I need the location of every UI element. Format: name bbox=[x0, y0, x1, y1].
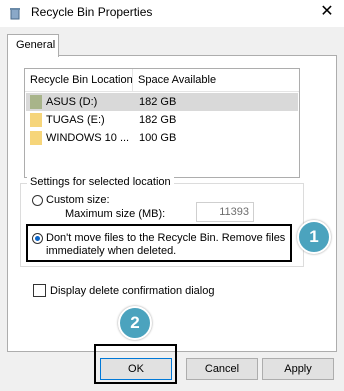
tab-general[interactable]: General bbox=[7, 34, 59, 57]
list-header: Recycle Bin Location Space Available bbox=[25, 69, 299, 92]
dont-move-radio[interactable] bbox=[32, 233, 43, 244]
dont-move-label[interactable]: Don't move files to the Recycle Bin. Rem… bbox=[46, 232, 286, 258]
drive-space: 100 GB bbox=[139, 132, 177, 144]
drive-space: 182 GB bbox=[139, 114, 177, 126]
column-header-location[interactable]: Recycle Bin Location bbox=[30, 74, 133, 86]
tab-general-label: General bbox=[16, 39, 56, 51]
max-size-input[interactable]: 11393 bbox=[196, 202, 254, 222]
drive-name: ASUS (D:) bbox=[46, 96, 98, 108]
custom-size-label[interactable]: Custom size: bbox=[46, 194, 110, 206]
confirm-dialog-checkbox[interactable] bbox=[33, 284, 46, 297]
list-item[interactable]: ASUS (D:) 182 GB bbox=[26, 93, 298, 111]
custom-size-radio[interactable] bbox=[32, 195, 43, 206]
drive-icon bbox=[30, 131, 42, 145]
drive-icon bbox=[30, 95, 42, 109]
max-size-label: Maximum size (MB): bbox=[65, 208, 166, 220]
column-divider[interactable] bbox=[132, 69, 133, 91]
annotation-badge-1: 1 bbox=[297, 220, 331, 254]
ok-button[interactable]: OK bbox=[100, 358, 172, 380]
drive-name: TUGAS (E:) bbox=[46, 114, 105, 126]
recycle-bin-icon bbox=[10, 8, 20, 20]
drive-space: 182 GB bbox=[139, 96, 177, 108]
drive-name: WINDOWS 10 ... bbox=[46, 132, 130, 144]
annotation-badge-2: 2 bbox=[118, 306, 152, 340]
recycle-bin-list[interactable]: Recycle Bin Location Space Available ASU… bbox=[24, 68, 300, 178]
apply-button[interactable]: Apply bbox=[262, 358, 334, 380]
confirm-dialog-label[interactable]: Display delete confirmation dialog bbox=[50, 285, 214, 297]
close-button[interactable]: ✕ bbox=[314, 1, 340, 23]
drive-icon bbox=[30, 113, 42, 127]
list-item[interactable]: WINDOWS 10 ... 100 GB bbox=[26, 129, 298, 147]
column-header-space[interactable]: Space Available bbox=[138, 74, 216, 86]
cancel-button[interactable]: Cancel bbox=[186, 358, 258, 380]
window-title: Recycle Bin Properties bbox=[31, 5, 153, 19]
settings-group-label: Settings for selected location bbox=[27, 176, 174, 188]
list-item[interactable]: TUGAS (E:) 182 GB bbox=[26, 111, 298, 129]
